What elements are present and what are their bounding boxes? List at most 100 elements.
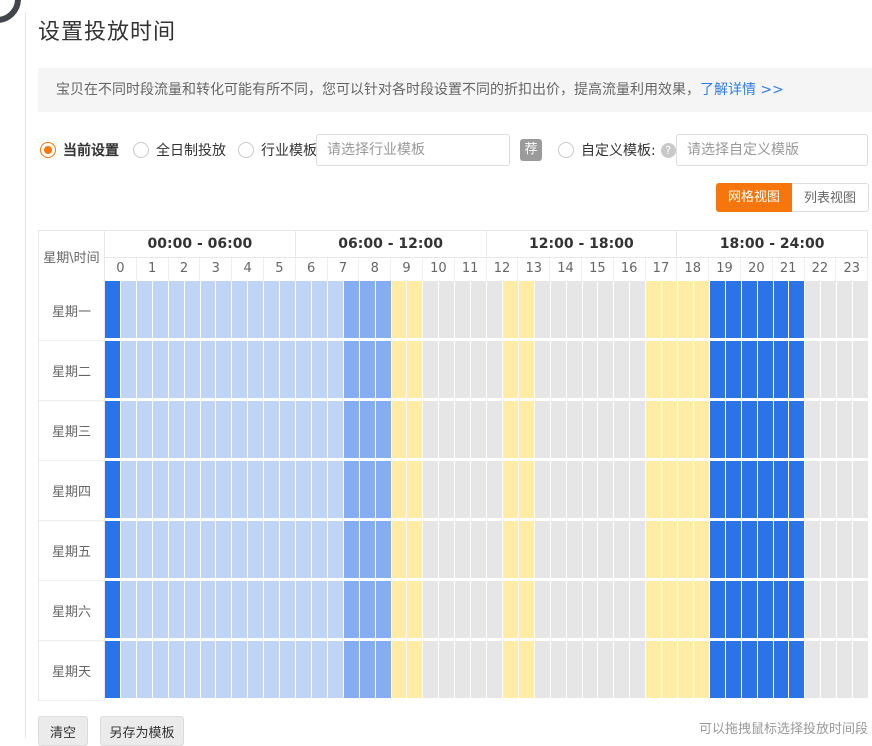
time-slot-cell[interactable] xyxy=(551,461,566,518)
time-slot-cell[interactable] xyxy=(551,281,566,338)
time-slot-cell[interactable] xyxy=(774,461,789,518)
time-slot-cell[interactable] xyxy=(376,641,391,698)
time-slot-cell[interactable] xyxy=(137,641,152,698)
time-slot-cell[interactable] xyxy=(169,581,184,638)
radio-icon[interactable] xyxy=(133,142,149,158)
time-slot-cell[interactable] xyxy=(232,401,247,458)
time-slot-cell[interactable] xyxy=(280,641,295,698)
time-slot-cell[interactable] xyxy=(344,521,359,578)
time-slot-cell[interactable] xyxy=(583,641,598,698)
time-slot-cell[interactable] xyxy=(455,281,470,338)
time-slot-cell[interactable] xyxy=(264,521,279,578)
time-slot-cell[interactable] xyxy=(455,341,470,398)
time-slot-cell[interactable] xyxy=(678,521,693,578)
time-slot-cell[interactable] xyxy=(503,281,518,338)
time-slot-cell[interactable] xyxy=(821,401,836,458)
radio-selected-icon[interactable] xyxy=(40,142,56,158)
time-slot-cell[interactable] xyxy=(726,341,741,398)
time-slot-cell[interactable] xyxy=(439,521,454,578)
time-slot-cell[interactable] xyxy=(328,461,343,518)
time-slot-cell[interactable] xyxy=(312,521,327,578)
time-slot-cell[interactable] xyxy=(407,581,422,638)
time-slot-cell[interactable] xyxy=(439,401,454,458)
time-slot-cell[interactable] xyxy=(264,401,279,458)
time-slot-cell[interactable] xyxy=(248,401,263,458)
time-slot-cell[interactable] xyxy=(392,521,407,578)
time-slot-cell[interactable] xyxy=(296,641,311,698)
time-slot-cell[interactable] xyxy=(535,581,550,638)
time-slot-cell[interactable] xyxy=(105,401,120,458)
time-slot-cell[interactable] xyxy=(821,461,836,518)
time-slot-cell[interactable] xyxy=(439,461,454,518)
time-slot-cell[interactable] xyxy=(296,281,311,338)
time-slot-cell[interactable] xyxy=(614,641,629,698)
time-slot-cell[interactable] xyxy=(185,401,200,458)
time-slot-cell[interactable] xyxy=(455,521,470,578)
time-slot-cell[interactable] xyxy=(439,341,454,398)
time-slot-cell[interactable] xyxy=(312,401,327,458)
time-slot-cell[interactable] xyxy=(105,281,120,338)
time-slot-cell[interactable] xyxy=(169,521,184,578)
time-slot-cell[interactable] xyxy=(789,281,804,338)
time-slot-cell[interactable] xyxy=(105,521,120,578)
time-slot-cell[interactable] xyxy=(535,521,550,578)
time-slot-cell[interactable] xyxy=(169,281,184,338)
time-slot-cell[interactable] xyxy=(423,341,438,398)
time-slot-cell[interactable] xyxy=(662,401,677,458)
time-slot-cell[interactable] xyxy=(153,581,168,638)
time-slot-cell[interactable] xyxy=(248,341,263,398)
time-slot-cell[interactable] xyxy=(614,401,629,458)
time-slot-cell[interactable] xyxy=(583,401,598,458)
time-slot-cell[interactable] xyxy=(121,641,136,698)
time-slot-cell[interactable] xyxy=(376,281,391,338)
time-slot-cell[interactable] xyxy=(487,281,502,338)
time-slot-cell[interactable] xyxy=(583,281,598,338)
time-slot-cell[interactable] xyxy=(185,461,200,518)
time-slot-cell[interactable] xyxy=(805,581,820,638)
time-slot-cell[interactable] xyxy=(105,581,120,638)
time-slot-cell[interactable] xyxy=(519,521,534,578)
grid-view-button[interactable]: 网格视图 xyxy=(716,183,792,212)
time-slot-cell[interactable] xyxy=(121,281,136,338)
time-slot-cell[interactable] xyxy=(519,461,534,518)
time-slot-cell[interactable] xyxy=(630,521,645,578)
time-slot-cell[interactable] xyxy=(821,341,836,398)
time-slot-cell[interactable] xyxy=(121,341,136,398)
time-slot-cell[interactable] xyxy=(630,581,645,638)
time-slot-cell[interactable] xyxy=(455,581,470,638)
time-slot-cell[interactable] xyxy=(742,341,757,398)
time-slot-cell[interactable] xyxy=(774,641,789,698)
time-slot-cell[interactable] xyxy=(312,641,327,698)
time-slot-cell[interactable] xyxy=(328,641,343,698)
radio-icon[interactable] xyxy=(238,142,254,158)
time-slot-cell[interactable] xyxy=(201,461,216,518)
time-slot-cell[interactable] xyxy=(392,461,407,518)
time-slot-cell[interactable] xyxy=(598,521,613,578)
learn-more-link[interactable]: 了解详情 >> xyxy=(700,82,784,98)
time-slot-cell[interactable] xyxy=(423,581,438,638)
time-slot-cell[interactable] xyxy=(360,521,375,578)
time-slot-cell[interactable] xyxy=(344,401,359,458)
time-slot-cell[interactable] xyxy=(694,281,709,338)
time-slot-cell[interactable] xyxy=(519,581,534,638)
time-slot-cell[interactable] xyxy=(551,401,566,458)
time-slot-cell[interactable] xyxy=(567,401,582,458)
time-slot-cell[interactable] xyxy=(471,461,486,518)
time-slot-cell[interactable] xyxy=(694,461,709,518)
time-slot-cell[interactable] xyxy=(805,341,820,398)
time-slot-cell[interactable] xyxy=(535,461,550,518)
time-slot-cell[interactable] xyxy=(503,641,518,698)
time-slot-cell[interactable] xyxy=(598,581,613,638)
time-slot-cell[interactable] xyxy=(280,341,295,398)
time-slot-cell[interactable] xyxy=(598,281,613,338)
time-slot-cell[interactable] xyxy=(710,521,725,578)
time-slot-cell[interactable] xyxy=(742,581,757,638)
radio-full-day-delivery[interactable]: 全日制投放 xyxy=(133,134,226,166)
time-slot-cell[interactable] xyxy=(153,641,168,698)
time-slot-cell[interactable] xyxy=(662,641,677,698)
time-slot-cell[interactable] xyxy=(503,461,518,518)
time-slot-cell[interactable] xyxy=(583,521,598,578)
time-slot-cell[interactable] xyxy=(328,521,343,578)
time-slot-cell[interactable] xyxy=(789,461,804,518)
time-slot-cell[interactable] xyxy=(758,281,773,338)
